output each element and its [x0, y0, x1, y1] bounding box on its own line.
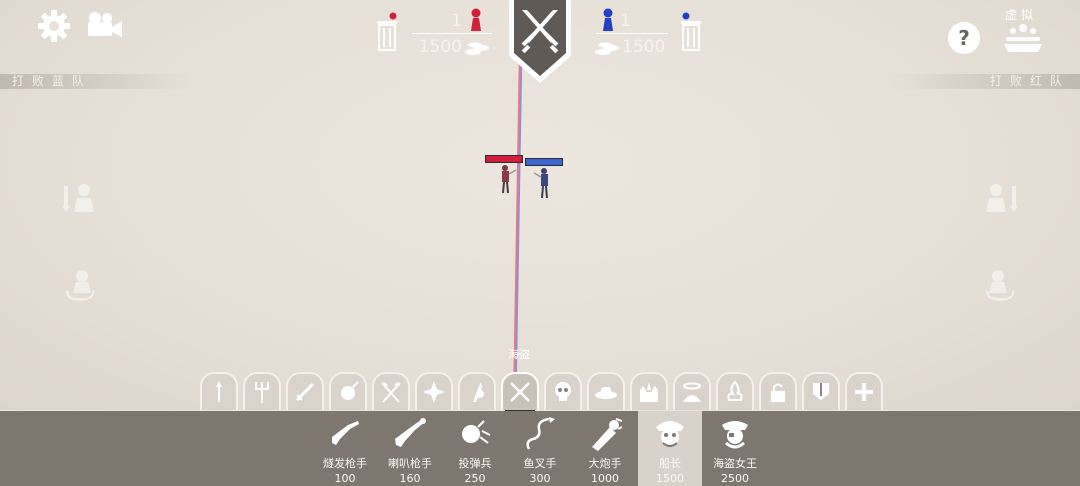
red-objective-banner: 打败蓝队 [0, 74, 192, 89]
red-unit-health-bar [485, 155, 523, 163]
blue-clear-units-trash-icon[interactable] [680, 12, 702, 52]
unit-card[interactable]: 海盗女王 2500 [703, 411, 767, 486]
pirate-queen-icon [722, 421, 748, 449]
category-tab-ancient[interactable] [329, 372, 367, 410]
help-button[interactable]: ? [948, 22, 980, 54]
padlock-icon [771, 383, 785, 402]
red-pawn-icon [468, 8, 484, 32]
unit-cost: 2500 [721, 472, 749, 485]
red-toggle-unit-icon[interactable] [62, 182, 98, 214]
blue-objective-text: 打败红队 [989, 74, 1070, 88]
blunderbuss-icon [395, 418, 426, 447]
faction-category-tabs [200, 372, 883, 414]
unit-cost: 250 [464, 472, 486, 485]
category-tab-dynasty[interactable] [415, 372, 453, 410]
unit-card[interactable]: 投弹兵 250 [443, 411, 507, 486]
category-tab-spooky[interactable] [544, 372, 582, 410]
blue-objective-banner: 打败红队 [890, 74, 1080, 89]
start-battle-button[interactable] [507, 0, 573, 84]
red-clear-units-trash-icon[interactable] [376, 12, 398, 52]
unit-cost: 100 [334, 472, 356, 485]
spear-icon [216, 381, 222, 402]
category-tab-good[interactable] [673, 372, 711, 410]
crossed-axes-icon [381, 382, 401, 403]
simulate-button[interactable] [1002, 22, 1044, 54]
unit-name: 大炮手 [588, 457, 622, 470]
shuriken-icon [423, 381, 445, 403]
category-tab-tribal[interactable] [200, 372, 238, 410]
unit-name: 鱼叉手 [523, 457, 557, 470]
category-tab-pirate[interactable] [501, 372, 539, 414]
cowboy-hat-icon [595, 387, 617, 399]
unit-name: 喇叭枪手 [388, 457, 432, 470]
blue-pawn-icon [600, 8, 616, 32]
crossed-swords-icon [510, 382, 530, 402]
red-objective-text: 打败蓝队 [12, 74, 93, 88]
simulate-icon [1004, 24, 1042, 52]
banner-icon [813, 383, 829, 400]
blue-budget: 1500 [622, 37, 666, 57]
unit-card[interactable]: 喇叭枪手 160 [378, 411, 442, 486]
lance-icon [473, 382, 484, 402]
castle-icon [640, 382, 658, 402]
category-tab-add[interactable] [845, 372, 883, 410]
blue-toggle-unit-icon[interactable] [982, 182, 1018, 214]
blue-unit-health-bar [525, 158, 563, 166]
sword-icon [295, 382, 315, 402]
faction-label: 海盗 [508, 348, 530, 361]
unit-card[interactable]: 鱼叉手 300 [508, 411, 572, 486]
cannon-icon [592, 418, 622, 451]
simulate-label: 虚拟 [1004, 8, 1037, 22]
blue-rotate-unit-icon[interactable] [982, 268, 1018, 304]
category-tab-medieval[interactable] [286, 372, 324, 410]
unit-selection-bar: 燧发枪手 100 喇叭枪手 160 投弹兵 250 鱼叉手 300 大炮手 1000 船长 1500 海… [0, 411, 1080, 486]
halo-icon [683, 382, 701, 402]
category-tab-custom[interactable] [802, 372, 840, 410]
unit-name: 船长 [659, 457, 681, 470]
unit-name: 海盗女王 [713, 457, 757, 470]
harpoon-icon [526, 417, 555, 450]
blue-unit-count: 1 [620, 11, 631, 31]
blue-divider [596, 33, 668, 34]
red-captain-unit[interactable] [496, 164, 518, 194]
video-camera-icon[interactable] [84, 10, 124, 40]
unit-card[interactable]: 燧发枪手 100 [313, 411, 377, 486]
red-coins-icon [464, 40, 490, 55]
unit-card[interactable]: 船长 1500 [638, 411, 702, 486]
flame-icon [727, 380, 743, 401]
unit-name: 燧发枪手 [323, 457, 367, 470]
red-unit-count: 1 [451, 11, 462, 31]
red-divider [412, 33, 492, 34]
red-rotate-unit-icon[interactable] [62, 268, 98, 304]
skull-icon [555, 382, 571, 401]
captain-icon [656, 421, 684, 447]
pitchfork-icon [255, 382, 269, 403]
flintlock-icon [332, 421, 359, 445]
category-tab-wild-west[interactable] [587, 372, 625, 410]
plus-icon [855, 383, 873, 401]
gear-icon[interactable] [36, 8, 72, 44]
category-tab-legacy[interactable] [630, 372, 668, 410]
shield-spear-icon [341, 381, 359, 400]
category-tab-secret[interactable] [759, 372, 797, 410]
unit-cost: 300 [529, 472, 551, 485]
unit-cost: 160 [399, 472, 421, 485]
unit-cost: 1000 [591, 472, 619, 485]
category-tab-renaissance[interactable] [458, 372, 496, 410]
category-tab-viking[interactable] [372, 372, 410, 410]
blue-coins-icon [594, 40, 620, 55]
unit-card[interactable]: 大炮手 1000 [573, 411, 637, 486]
category-tab-farmer[interactable] [243, 372, 281, 410]
bomb-icon [462, 420, 491, 444]
unit-cost: 1500 [656, 472, 684, 485]
category-tab-evil[interactable] [716, 372, 754, 410]
unit-name: 投弹兵 [458, 457, 492, 470]
red-budget: 1500 [418, 37, 462, 57]
blue-captain-unit[interactable] [532, 166, 554, 200]
